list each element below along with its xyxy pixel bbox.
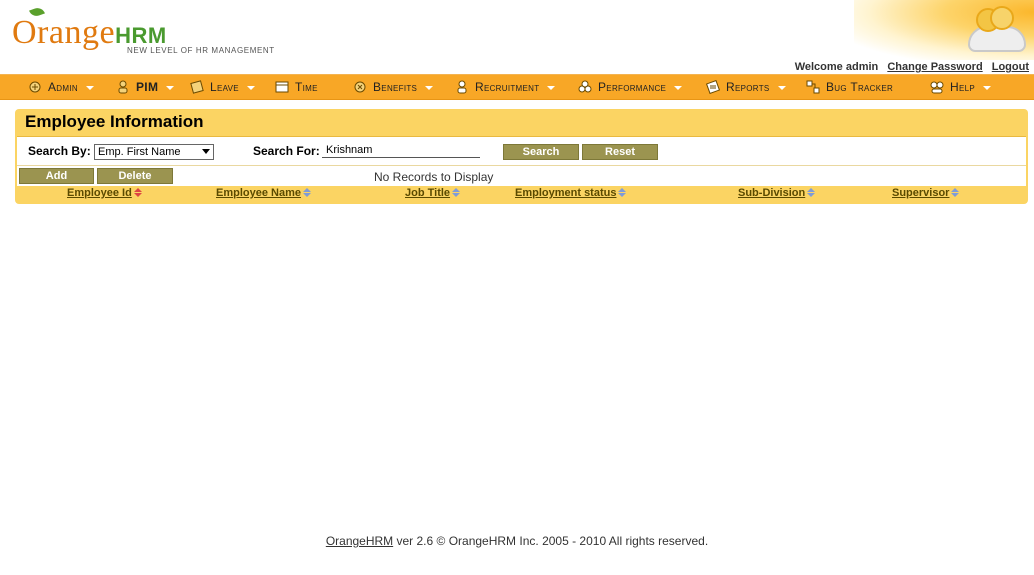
menu-benefits[interactable]: Benefits: [353, 75, 434, 99]
menu-admin[interactable]: Admin: [28, 75, 94, 99]
action-row: Add Delete No Records to Display: [17, 165, 1026, 186]
page-title: Employee Information: [25, 112, 204, 131]
menu-time[interactable]: Time: [275, 75, 318, 99]
time-icon: [275, 81, 289, 93]
sort-icon: [951, 187, 960, 197]
logout-link[interactable]: Logout: [992, 61, 1029, 73]
column-header-employment-status[interactable]: Employment status: [515, 187, 627, 199]
search-by-value: Emp. First Name: [98, 146, 181, 158]
dropdown-arrow-icon: [202, 149, 210, 154]
menu-bug-tracker[interactable]: Bug Tracker: [806, 75, 893, 99]
column-header-job-title[interactable]: Job Title: [405, 187, 461, 199]
sort-icon: [302, 187, 311, 197]
table-header-row: Employee Id Employee Name Job Title Empl…: [15, 185, 1028, 202]
chevron-down-icon: [85, 86, 94, 91]
logo-tagline: NEW LEVEL OF HR MANAGEMENT: [127, 46, 275, 55]
search-row: Search By: Emp. First Name Search For: S…: [17, 137, 1026, 164]
add-button[interactable]: Add: [19, 168, 94, 184]
search-by-select[interactable]: Emp. First Name: [94, 144, 214, 160]
chevron-down-icon: [983, 86, 991, 91]
search-button[interactable]: Search: [503, 144, 579, 160]
admin-icon: [29, 81, 41, 93]
chevron-down-icon: [166, 86, 175, 91]
chevron-down-icon: [425, 86, 434, 91]
bug-tracker-icon: [806, 80, 820, 94]
sort-icon: [807, 187, 816, 197]
performance-icon: [578, 80, 592, 93]
no-records-message: No Records to Display: [374, 170, 494, 184]
menu-performance[interactable]: Performance: [578, 75, 683, 99]
chevron-down-icon: [674, 86, 683, 91]
search-by-label: Search By:: [28, 144, 91, 158]
change-password-link[interactable]: Change Password: [887, 61, 982, 73]
menu-leave[interactable]: Leave: [190, 75, 255, 99]
reset-button[interactable]: Reset: [582, 144, 658, 160]
menu-pim[interactable]: PIM: [116, 75, 175, 99]
search-for-input[interactable]: [322, 142, 480, 158]
main-menu: Admin PIM Leave Time Benefits Recruitmen…: [0, 74, 1034, 100]
menu-reports[interactable]: Reports: [706, 75, 786, 99]
logo-hrm-text: HRM: [115, 23, 167, 48]
pim-icon: [118, 80, 128, 94]
delete-button[interactable]: Delete: [97, 168, 173, 184]
chevron-down-icon: [547, 86, 556, 91]
menu-recruitment[interactable]: Recruitment: [455, 75, 556, 99]
column-header-supervisor[interactable]: Supervisor: [892, 187, 960, 199]
chevron-down-icon: [777, 86, 786, 91]
sort-icon: [133, 187, 142, 197]
column-header-employee-name[interactable]: Employee Name: [216, 187, 311, 199]
orangehrm-footer-link[interactable]: OrangeHRM: [326, 534, 393, 548]
reports-icon: [706, 80, 720, 95]
search-for-label: Search For:: [253, 144, 320, 158]
column-header-employee-id[interactable]: Employee Id: [67, 187, 142, 199]
footer: OrangeHRM ver 2.6 © OrangeHRM Inc. 2005 …: [0, 534, 1034, 548]
search-panel: Search By: Emp. First Name Search For: S…: [17, 136, 1026, 186]
sort-icon: [618, 187, 627, 197]
users-icon: [968, 4, 1028, 52]
user-links: Welcome admin Change Password Logout: [795, 61, 1029, 73]
leave-icon: [190, 80, 204, 95]
menu-help[interactable]: Help: [930, 75, 991, 99]
recruitment-icon: [457, 80, 467, 94]
sort-icon: [452, 187, 461, 197]
header: OrangeHRM NEW LEVEL OF HR MANAGEMENT Wel…: [0, 0, 1034, 74]
column-header-sub-division[interactable]: Sub-Division: [738, 187, 816, 199]
help-icon: [930, 81, 944, 94]
chevron-down-icon: [246, 86, 255, 91]
footer-text: ver 2.6 © OrangeHRM Inc. 2005 - 2010 All…: [393, 534, 709, 548]
logo-main-text: Orange: [12, 14, 116, 51]
orangehrm-logo: OrangeHRM NEW LEVEL OF HR MANAGEMENT: [12, 5, 282, 60]
benefits-icon: [354, 81, 366, 93]
employee-information-panel: Employee Information Search By: Emp. Fir…: [15, 109, 1028, 204]
welcome-text: Welcome admin: [794, 61, 879, 73]
